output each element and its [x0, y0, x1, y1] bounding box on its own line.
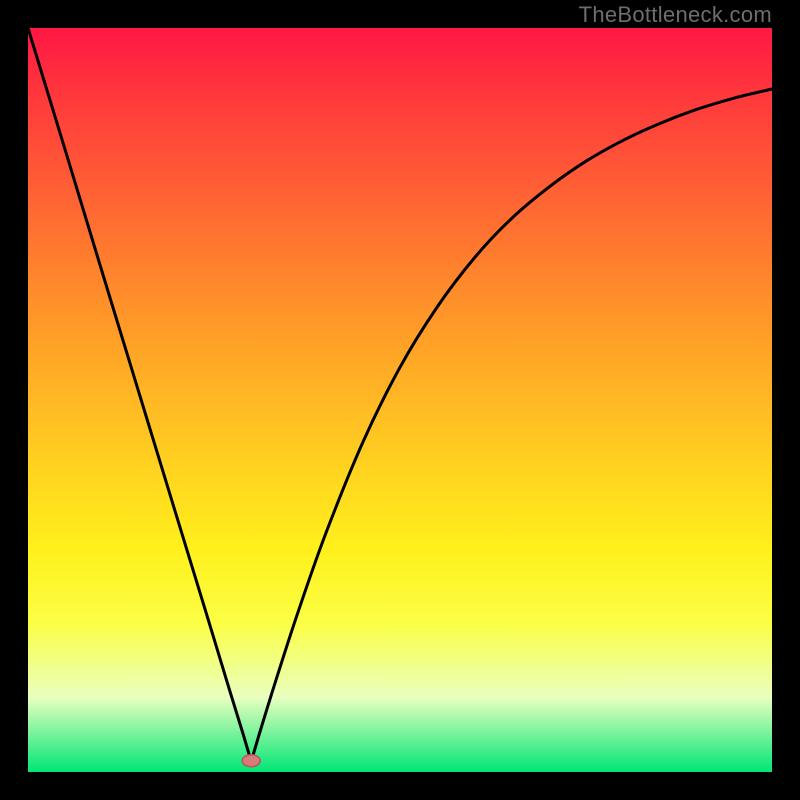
chart-svg — [28, 28, 772, 772]
watermark-text: TheBottleneck.com — [579, 2, 772, 28]
bottleneck-curve — [28, 28, 772, 761]
chart-plot-area — [28, 28, 772, 772]
optimum-marker — [242, 755, 260, 767]
